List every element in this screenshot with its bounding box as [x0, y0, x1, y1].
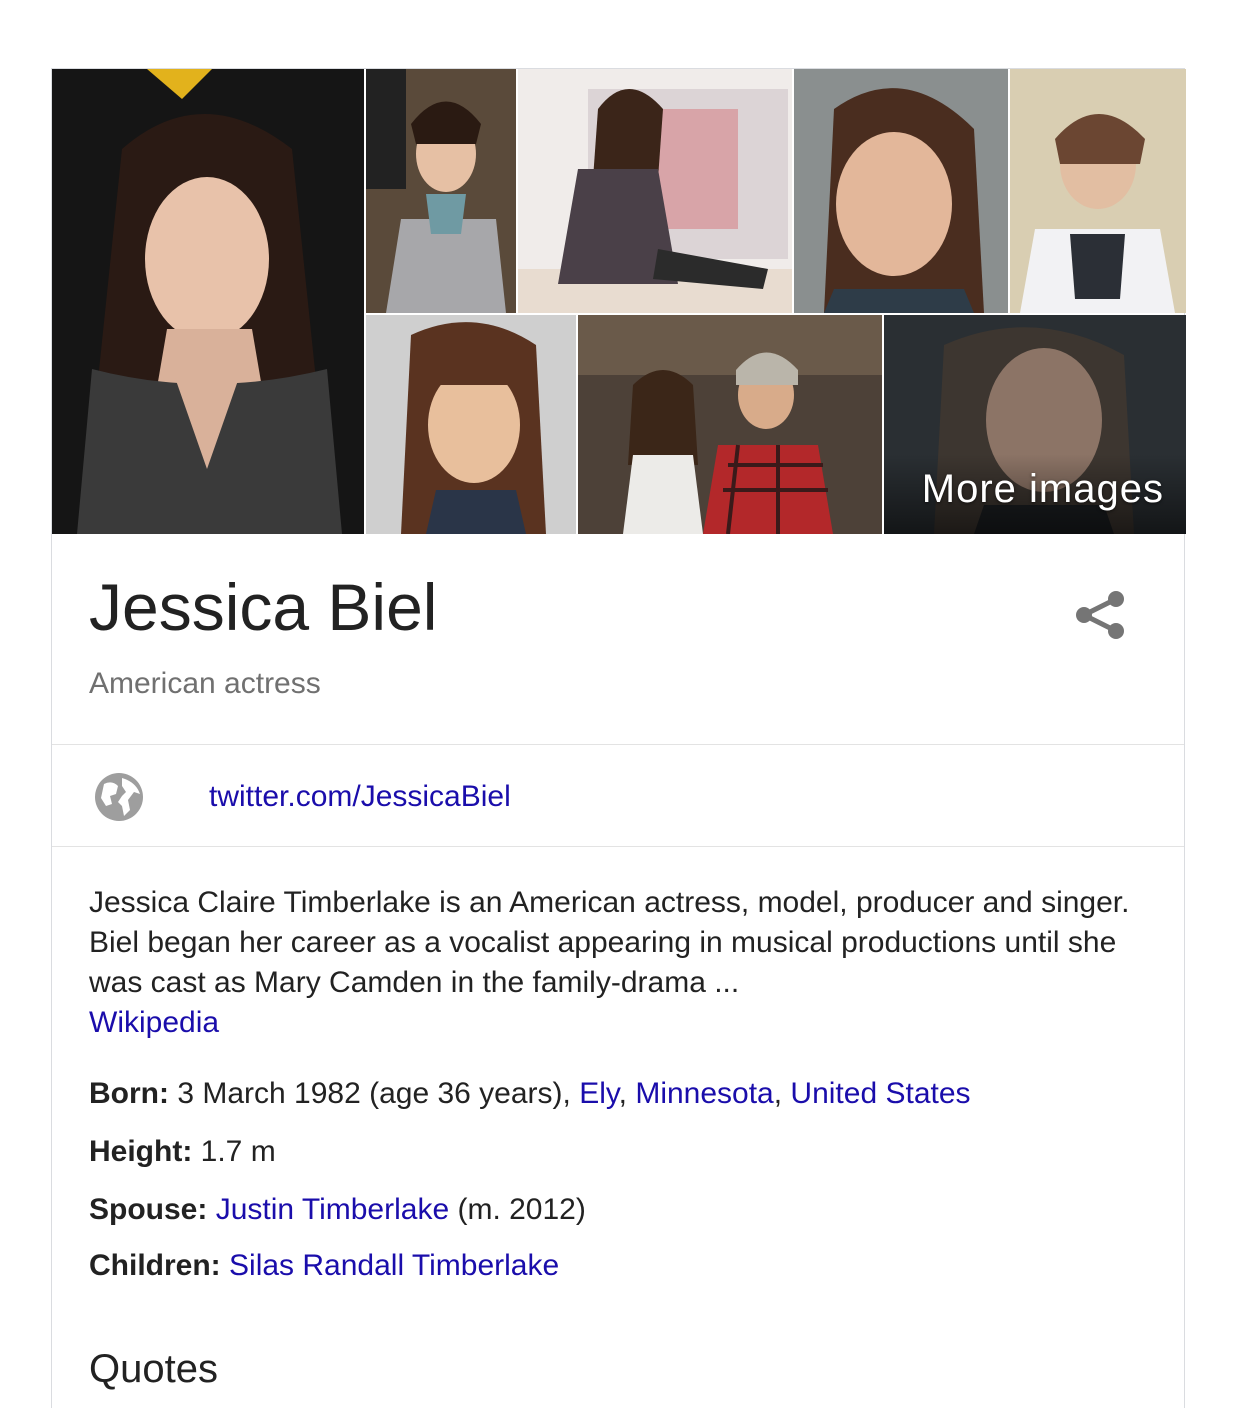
divider — [52, 744, 1184, 745]
description-text: Jessica Claire Timberlake is an American… — [89, 886, 1130, 999]
fact-born-text: 3 March 1982 (age 36 years), — [168, 1077, 580, 1110]
photo-white-shirt[interactable] — [1010, 69, 1186, 313]
photo-red-carpet[interactable] — [366, 69, 516, 313]
fact-children: Children: Silas Randall Timberlake — [89, 1249, 559, 1283]
separator: , — [773, 1077, 791, 1110]
fact-spouse: Spouse: Justin Timberlake (m. 2012) — [89, 1193, 586, 1227]
photo-smiling-closeup[interactable] — [794, 69, 1008, 313]
photo-bangs[interactable] — [366, 315, 576, 534]
description: Jessica Claire Timberlake is an American… — [89, 883, 1149, 1043]
fact-height: Height: 1.7 m — [89, 1135, 276, 1169]
fact-spouse-label: Spouse: — [89, 1193, 208, 1226]
divider — [52, 846, 1184, 847]
wikipedia-link[interactable]: Wikipedia — [89, 1006, 219, 1039]
fact-height-label: Height: — [89, 1135, 193, 1168]
fact-children-label: Children: — [89, 1249, 221, 1282]
fact-born-label: Born: — [89, 1077, 169, 1110]
knowledge-panel: More images Jessica Biel American actres… — [51, 68, 1186, 1408]
separator: , — [618, 1077, 636, 1110]
more-images-overlay: More images — [884, 454, 1186, 534]
spouse-link[interactable]: Justin Timberlake — [216, 1193, 449, 1226]
fact-height-value: 1.7 m — [192, 1135, 276, 1168]
main-photo[interactable] — [52, 69, 364, 534]
twitter-link[interactable]: twitter.com/JessicaBiel — [209, 780, 511, 814]
children-link[interactable]: Silas Randall Timberlake — [229, 1249, 559, 1282]
more-images-tile[interactable]: More images — [884, 315, 1186, 534]
globe-icon — [95, 773, 143, 821]
photo-plaid-shirt[interactable] — [578, 315, 882, 534]
fact-spouse-suffix: (m. 2012) — [449, 1193, 586, 1226]
share-icon — [1076, 591, 1124, 639]
more-images-label[interactable]: More images — [922, 467, 1164, 512]
fact-born: Born: 3 March 1982 (age 36 years), Ely, … — [89, 1077, 971, 1111]
place-minnesota-link[interactable]: Minnesota — [635, 1077, 773, 1110]
photo-window-sitting[interactable] — [518, 69, 792, 313]
entity-title: Jessica Biel — [89, 570, 438, 644]
quotes-heading: Quotes — [89, 1347, 218, 1391]
share-button[interactable] — [1072, 587, 1128, 643]
place-ely-link[interactable]: Ely — [579, 1077, 618, 1110]
entity-subtitle: American actress — [89, 667, 321, 700]
place-united-states-link[interactable]: United States — [790, 1077, 970, 1110]
